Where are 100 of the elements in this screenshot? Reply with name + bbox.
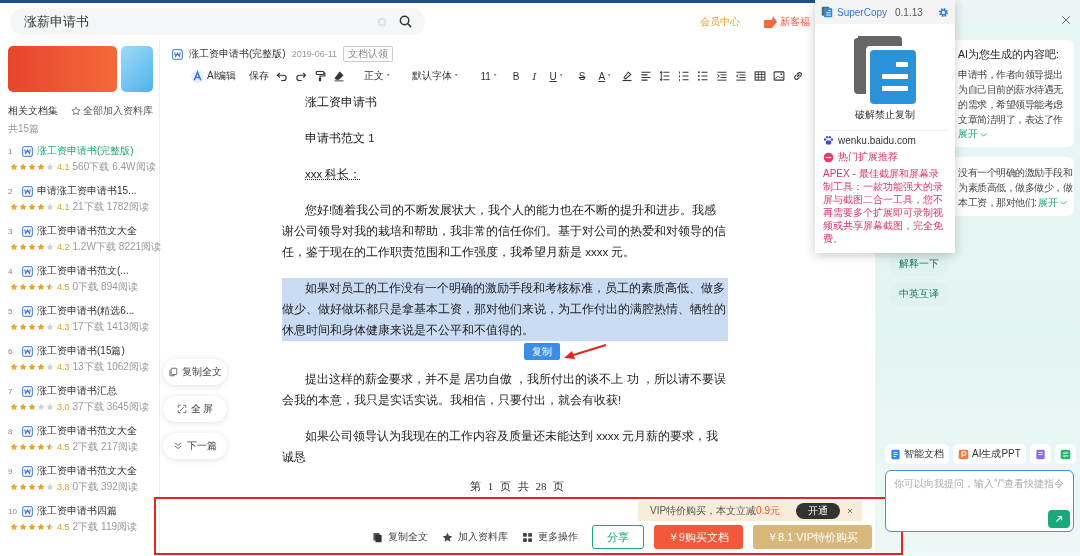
copy-action-button[interactable]: 复制全文 xyxy=(371,530,428,544)
ppt-icon xyxy=(958,448,969,460)
suggestion-chip[interactable]: 中英互译 xyxy=(889,282,949,306)
download-count: 1.2W下载 xyxy=(72,240,116,254)
document-link[interactable]: 涨工资申请书(精选6... xyxy=(37,304,135,318)
ppt-tool-button[interactable]: AI生成PPT xyxy=(953,444,1026,464)
numbered-list-icon[interactable] xyxy=(678,70,691,82)
download-count: 37下载 xyxy=(72,400,104,414)
extension-name: SuperCopy xyxy=(837,6,888,18)
activate-button[interactable]: 开通 xyxy=(796,503,840,519)
outdent-icon[interactable] xyxy=(735,70,748,82)
item-number: 1 xyxy=(8,146,14,156)
image-icon[interactable] xyxy=(773,70,786,82)
dropdown[interactable]: 11 xyxy=(480,70,500,82)
note-tool-button[interactable] xyxy=(1029,444,1051,464)
rating-value: 4.3 xyxy=(57,322,70,332)
item-number: 7 xyxy=(8,386,14,396)
promo-link[interactable]: 新客福 xyxy=(780,14,810,29)
dropdown[interactable]: 默认字体 xyxy=(412,69,462,83)
suggestion-chip[interactable]: 解释一下 xyxy=(889,252,949,276)
undo-icon[interactable] xyxy=(276,70,289,82)
download-count: 560下载 xyxy=(72,160,110,174)
rating-value: 4.3 xyxy=(57,362,70,372)
page-indicator: 第 1 页 共 28 页 xyxy=(469,479,566,494)
document-link[interactable]: 涨工资申请书四篇 xyxy=(37,504,117,518)
document-link[interactable]: 涨工资申请书范文(... xyxy=(37,264,129,278)
chat-input[interactable]: 你可以向我提问，输入"/"查看快捷指令 xyxy=(885,470,1074,532)
read-count: 392阅读 xyxy=(101,480,138,494)
color-button[interactable]: A xyxy=(598,70,615,82)
answer-text: 为自己目前的薪水待遇无 xyxy=(958,84,1063,95)
paragraph-text: 如果对员工的工作没有一个明确的激励手段和考核标准，员工的素质高低、做多做少、做好做坏都只是拿基本工资，那对他们来说，为工作付出的满腔热情、牺牲的休息时间和身体健康来说是不公平和不值得的。 xyxy=(282,278,728,341)
read-count: 119阅读 xyxy=(101,520,138,534)
item-number: 4 xyxy=(8,266,14,276)
underline-button[interactable]: U xyxy=(549,70,566,82)
claim-document-tag[interactable]: 文档认领 xyxy=(343,46,394,62)
link-icon[interactable] xyxy=(792,70,805,82)
align-icon[interactable] xyxy=(640,70,653,82)
highlighter-icon[interactable] xyxy=(621,70,634,82)
rating-value: 4.5 xyxy=(57,522,70,532)
ad-banner xyxy=(121,46,153,92)
search-icon[interactable] xyxy=(398,14,413,29)
section-title: 相关文档集 xyxy=(8,104,58,118)
convert-tool-button[interactable] xyxy=(1054,444,1076,464)
fullscreen-float-button[interactable]: 全 屏 xyxy=(163,396,227,422)
document-link[interactable]: 涨工资申请书范文大全 xyxy=(37,424,137,438)
document-date: 2019-06-11 xyxy=(291,49,338,59)
read-count: 1062阅读 xyxy=(106,360,149,374)
heading-text: 涨工资申请书 xyxy=(305,96,377,108)
redo-icon[interactable] xyxy=(295,70,308,82)
line-spacing-icon[interactable] xyxy=(659,70,672,82)
eraser-icon[interactable] xyxy=(333,70,346,82)
indent-icon[interactable] xyxy=(716,70,729,82)
search-field[interactable]: 涨薪申请书 xyxy=(10,8,425,35)
ai-edit-button[interactable]: AI编辑 xyxy=(190,68,237,84)
document-link[interactable]: 申请涨工资申请书15... xyxy=(37,184,137,198)
document-link[interactable]: 涨工资申请书汇总 xyxy=(37,384,117,398)
document-link[interactable]: 涨工资申请书(15篇) xyxy=(37,344,125,358)
read-count: 1413阅读 xyxy=(106,320,149,334)
note-icon xyxy=(1034,448,1046,460)
bullet-list-icon[interactable] xyxy=(697,70,710,82)
bold-button[interactable]: B xyxy=(512,70,520,82)
close-icon[interactable] xyxy=(1060,14,1072,26)
rating-value: 4.5 xyxy=(57,442,70,452)
italic-button[interactable]: I xyxy=(532,70,537,82)
table-icon[interactable] xyxy=(754,70,767,82)
send-icon xyxy=(1054,514,1064,524)
site-domain: wenku.baidu.com xyxy=(838,135,916,146)
save-button[interactable]: 保存 xyxy=(249,69,270,83)
word-file-icon xyxy=(22,145,33,157)
word-file-icon xyxy=(22,305,33,317)
next-float-button[interactable]: 下一篇 xyxy=(163,433,227,459)
discount-text: 0.9元 xyxy=(756,504,780,518)
fullscreen-icon xyxy=(176,404,187,414)
add-all-link[interactable]: 全部加入资料库 xyxy=(83,104,153,118)
copy-float-button[interactable]: 复制全文 xyxy=(163,359,227,385)
doc-tool-button[interactable]: 智能文档 xyxy=(885,444,949,464)
favorite-action-button[interactable]: 加入资料库 xyxy=(441,530,508,544)
document-link[interactable]: 涨工资申请书范文大全 xyxy=(37,224,137,238)
download-count: 13下载 xyxy=(72,360,104,374)
rating-value: 4.5 xyxy=(57,282,70,292)
word-file-icon xyxy=(22,345,33,357)
hot-badge-icon xyxy=(823,151,834,163)
item-number: 2 xyxy=(8,186,14,196)
send-button[interactable] xyxy=(1048,510,1070,528)
strike-button[interactable]: S xyxy=(578,70,586,82)
close-icon[interactable] xyxy=(846,507,854,515)
download-count: 17下载 xyxy=(72,320,104,334)
chevron-icon xyxy=(1059,198,1069,207)
download-count: 2下载 xyxy=(72,440,99,454)
word-file-icon xyxy=(172,48,183,60)
more-action-button[interactable]: 更多操作 xyxy=(521,530,578,544)
document-link[interactable]: 涨工资申请书范文大全 xyxy=(37,464,137,478)
convert-icon xyxy=(1059,448,1071,460)
settings-icon[interactable] xyxy=(938,6,949,18)
dropdown[interactable]: 正文 xyxy=(364,69,394,83)
star-icon[interactable] xyxy=(71,106,81,116)
answer-text: 本工资，那对他们: xyxy=(958,196,1037,210)
word-file-icon xyxy=(22,505,33,517)
format-painter-icon[interactable] xyxy=(314,70,327,82)
paragraph-text: 您好!随着我公司的不断发展状大，我个人的能力也在不断的提升和进步。我感谢公司领导对我的栽培和帮助，我非常的信任你们。基于对公司的热爱和对领导的信任，鉴于现在的工作职责范围和工作强度，我希望月薪是 xxxx 元。 xyxy=(282,203,727,260)
